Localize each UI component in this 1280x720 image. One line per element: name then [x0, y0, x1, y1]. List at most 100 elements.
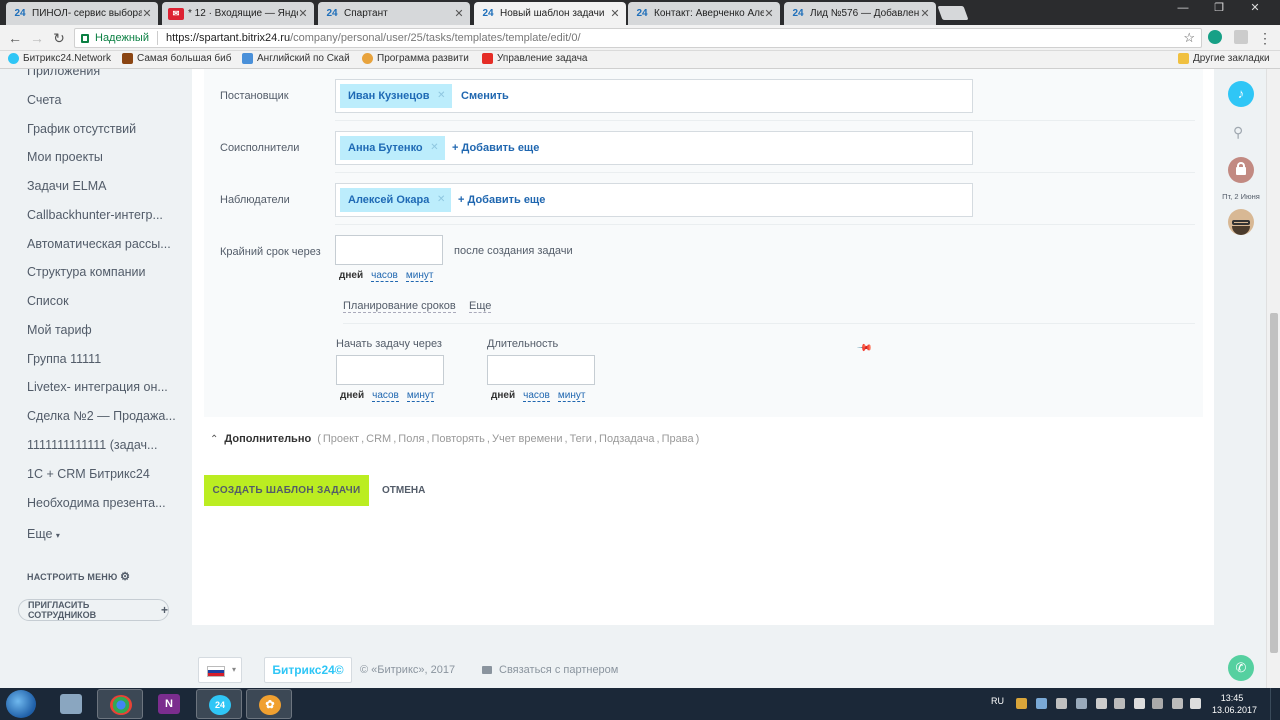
- change-link[interactable]: Сменить: [461, 80, 509, 112]
- language-indicator[interactable]: RU: [991, 696, 1004, 706]
- duration-input[interactable]: [487, 355, 595, 385]
- menu-item[interactable]: Callbackhunter-интегр...: [27, 208, 177, 222]
- unit-days[interactable]: дней: [339, 270, 363, 282]
- network-icon[interactable]: [1152, 698, 1163, 709]
- unit-minutes[interactable]: минут: [405, 270, 434, 282]
- extension-icon[interactable]: [1234, 30, 1248, 44]
- start-button[interactable]: [6, 690, 36, 718]
- lock-icon[interactable]: [1228, 157, 1254, 183]
- back-arrow-icon[interactable]: ←: [6, 29, 24, 47]
- close-tab-icon[interactable]: ✕: [142, 7, 152, 20]
- taskbar-app[interactable]: ✿: [246, 689, 292, 719]
- system-clock[interactable]: 13:45 13.06.2017: [1212, 692, 1257, 716]
- option-project[interactable]: Проект: [323, 433, 359, 445]
- start-after-input[interactable]: [336, 355, 444, 385]
- cancel-button[interactable]: ОТМЕНА: [382, 475, 425, 506]
- bitrix24-logo[interactable]: Битрикс24©: [264, 657, 352, 683]
- menu-item[interactable]: График отсутствий: [27, 122, 177, 136]
- close-tab-icon[interactable]: ✕: [764, 7, 774, 20]
- tray-icon[interactable]: [1076, 698, 1087, 709]
- bookmark-star-icon[interactable]: ☆: [1183, 30, 1195, 46]
- creator-field[interactable]: Иван Кузнецов ✕ Сменить: [335, 79, 973, 113]
- tray-icon[interactable]: [1114, 698, 1125, 709]
- show-desktop-button[interactable]: [1270, 688, 1280, 720]
- menu-item[interactable]: Группа 11111: [27, 352, 177, 366]
- create-template-button[interactable]: СОЗДАТЬ ШАБЛОН ЗАДАЧИ: [204, 475, 369, 506]
- planning-link[interactable]: Планирование сроков: [343, 300, 456, 313]
- option-time-tracking[interactable]: Учет времени: [492, 433, 563, 445]
- user-chip[interactable]: Иван Кузнецов ✕: [340, 84, 452, 108]
- additional-section[interactable]: ⌃ Дополнительно ( Проект, CRM, Поля, Пов…: [210, 433, 699, 445]
- unit-hours[interactable]: часов: [372, 390, 399, 402]
- bookmark-item[interactable]: Английский по Скай: [242, 53, 350, 64]
- maximize-button[interactable]: ❐: [1204, 0, 1234, 18]
- user-chip[interactable]: Анна Бутенко ✕: [340, 136, 445, 160]
- bookmark-item[interactable]: Программа развити: [362, 53, 469, 64]
- other-bookmarks[interactable]: Другие закладки: [1178, 53, 1270, 64]
- unit-days[interactable]: дней: [491, 390, 515, 402]
- browser-tab-active[interactable]: 24 Новый шаблон задачи ✕: [474, 2, 626, 25]
- menu-item[interactable]: Автоматическая рассы...: [27, 237, 177, 251]
- bookmark-item[interactable]: Битрикс24.Network: [8, 53, 111, 64]
- chrome-menu-icon[interactable]: ⋮: [1256, 29, 1274, 47]
- scrollbar-thumb[interactable]: [1270, 313, 1278, 653]
- taskbar-onenote[interactable]: N: [146, 689, 192, 719]
- menu-item[interactable]: Счета: [27, 93, 177, 107]
- add-more-link[interactable]: + Добавить еще: [452, 132, 539, 164]
- close-tab-icon[interactable]: ✕: [610, 7, 620, 20]
- taskbar-bitrix24[interactable]: 24: [196, 689, 242, 719]
- reload-icon[interactable]: ↻: [50, 29, 68, 47]
- pin-icon[interactable]: 📌: [856, 340, 873, 357]
- close-tab-icon[interactable]: ✕: [454, 7, 464, 20]
- browser-tab[interactable]: 24 Контакт: Аверченко Але ✕: [628, 2, 780, 25]
- close-tab-icon[interactable]: ✕: [920, 7, 930, 20]
- menu-item[interactable]: Задачи ELMA: [27, 179, 177, 193]
- tray-icon[interactable]: [1056, 698, 1067, 709]
- browser-tab[interactable]: 24 Спартант ✕: [318, 2, 470, 25]
- invite-employees-button[interactable]: ПРИГЛАСИТЬ СОТРУДНИКОВ +: [18, 599, 169, 621]
- avatar[interactable]: [1228, 209, 1254, 235]
- menu-item[interactable]: Необходима презента...: [27, 496, 177, 510]
- tray-icon[interactable]: [1096, 698, 1107, 709]
- menu-item[interactable]: 1С + CRM Битрикс24: [27, 467, 177, 481]
- remove-icon[interactable]: ✕: [437, 188, 445, 212]
- menu-item[interactable]: Приложения: [27, 69, 177, 78]
- new-tab-button[interactable]: [937, 6, 969, 20]
- phone-icon[interactable]: ✆: [1228, 655, 1254, 681]
- menu-item[interactable]: Livetex- интеграция он...: [27, 380, 177, 394]
- menu-item[interactable]: Структура компании: [27, 265, 177, 279]
- option-fields[interactable]: Поля: [398, 433, 424, 445]
- search-icon[interactable]: ⚲: [1233, 124, 1243, 141]
- menu-item[interactable]: Мой тариф: [27, 323, 177, 337]
- remove-icon[interactable]: ✕: [430, 136, 438, 160]
- contact-partner-link[interactable]: Связаться с партнером: [482, 664, 618, 676]
- close-window-button[interactable]: ✕: [1240, 0, 1270, 18]
- option-subtask[interactable]: Подзадача: [599, 433, 655, 445]
- unit-minutes[interactable]: минут: [406, 390, 435, 402]
- menu-item[interactable]: Мои проекты: [27, 150, 177, 164]
- tray-icon[interactable]: [1134, 698, 1145, 709]
- menu-item[interactable]: Сделка №2 — Продажа...: [27, 409, 177, 423]
- user-chip[interactable]: Алексей Окара ✕: [340, 188, 452, 212]
- configure-menu[interactable]: НАСТРОИТЬ МЕНЮ ⚙: [27, 570, 130, 583]
- browser-tab[interactable]: ✉ * 12 · Входящие — Янде ✕: [162, 2, 314, 25]
- coexecutors-field[interactable]: Анна Бутенко ✕ + Добавить еще: [335, 131, 973, 165]
- menu-item[interactable]: 1111111111111 (задач...: [27, 438, 177, 452]
- deadline-input[interactable]: [335, 235, 443, 265]
- tray-icon[interactable]: [1172, 698, 1183, 709]
- volume-icon[interactable]: [1190, 698, 1201, 709]
- more-link[interactable]: Еще: [469, 300, 492, 313]
- minimize-button[interactable]: —: [1168, 0, 1198, 18]
- language-selector[interactable]: ▾: [198, 657, 242, 683]
- add-more-link[interactable]: + Добавить еще: [458, 184, 545, 216]
- url-field[interactable]: Надежный https://spartant.bitrix24.ru /c…: [74, 28, 1202, 48]
- browser-tab[interactable]: 24 ПИНОЛ- сервис выбора ✕: [6, 2, 158, 25]
- tray-icon[interactable]: [1036, 698, 1047, 709]
- taskbar-calculator[interactable]: [48, 689, 94, 719]
- unit-hours[interactable]: часов: [371, 270, 398, 282]
- taskbar-chrome[interactable]: [97, 689, 143, 719]
- bell-icon[interactable]: ♪: [1228, 81, 1254, 107]
- unit-minutes[interactable]: минут: [557, 390, 586, 402]
- bookmark-item[interactable]: Управление задача: [482, 53, 587, 64]
- menu-more[interactable]: Еще ▾: [27, 527, 177, 541]
